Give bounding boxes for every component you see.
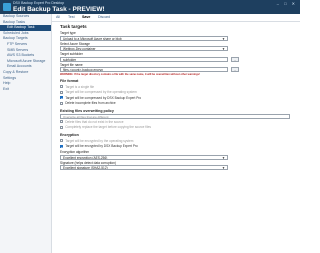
main-panel: All Test Save Discard Task targets Targe… [52, 14, 300, 253]
tab-save[interactable]: Save [82, 15, 90, 19]
overwriting-options: Delete files that do not exist in the so… [60, 119, 290, 130]
target-file-name-row: files-<count>-backup.encryp ... [60, 67, 290, 73]
target-subfolder-label: Target subfolder [60, 52, 83, 57]
target-file-name-value: files-<count>-backup.encryp [63, 68, 104, 73]
app-logo-icon [3, 3, 11, 11]
azure-storage-label: Select Azure Storage [60, 41, 90, 46]
target-type-dropdown[interactable]: Upload to a Microsoft Azure share or blo… [60, 35, 228, 41]
checkbox-row[interactable]: Delete incomplete files from archive [60, 100, 290, 106]
checkbox-checked-icon[interactable] [60, 144, 64, 148]
signature-label: Signature (helps detect data corruption) [60, 160, 116, 165]
checkbox-label: Target will be encrypted by the operatin… [65, 138, 134, 143]
signature-value: Excellent signature (SHA2-512) [63, 166, 108, 171]
chevron-down-icon: ▼ [222, 155, 225, 160]
checkbox-label: Delete incomplete files from archive [65, 101, 116, 106]
checkbox-row[interactable]: Completely replace the target before cop… [60, 124, 290, 130]
target-type-value: Upload to a Microsoft Azure share or blo… [63, 36, 122, 41]
encryption-algorithm-label: Encryption algorithm [60, 149, 90, 154]
tab-test[interactable]: Test [68, 15, 75, 19]
sidebar: Backup Sources Backup Tasks Edit Backup Ta… [0, 14, 52, 253]
page-title: Edit Backup Task - PREVIEW! [13, 6, 105, 13]
checkbox-label: Target is a single file [65, 84, 95, 89]
checkbox-label: Target will be encrypted by DSX Backup E… [65, 144, 138, 149]
toolbar-tabs: All Test Save Discard [52, 14, 300, 22]
signature-dropdown[interactable]: Excellent signature (SHA2-512) ▼ [60, 165, 228, 171]
chevron-down-icon: ▼ [222, 36, 225, 41]
checkbox-label: Target will be compressed by DSX Backup … [65, 95, 142, 100]
target-subfolder-value: subfolder [63, 57, 77, 62]
checkbox-checked-icon[interactable] [60, 96, 64, 100]
checkbox-label: Delete files that do not exist in the so… [65, 119, 124, 124]
app-window: DSX Backup Expert Pro Desktop Edit Backu… [0, 0, 300, 253]
target-subfolder-row: subfolder ... [60, 56, 290, 62]
target-file-name-input[interactable]: files-<count>-backup.encryp [60, 67, 228, 73]
encryption-options: Target will be encrypted by the operatin… [60, 138, 290, 149]
checkbox-icon[interactable] [60, 139, 64, 143]
browse-file-name-button[interactable]: ... [231, 67, 239, 73]
chevron-down-icon: ▼ [222, 166, 225, 171]
checkbox-label: Completely replace the target before cop… [65, 125, 151, 130]
section-title: Task targets [60, 24, 87, 29]
azure-storage-value: Webbox-Dev-container [63, 47, 96, 52]
file-format-options: Target is a single file Target will be co… [60, 84, 290, 106]
checkbox-label: Target will be compressed by the operati… [65, 90, 137, 95]
encryption-title: Encryption [60, 132, 79, 137]
tab-all[interactable]: All [56, 15, 60, 19]
encryption-algorithm-dropdown[interactable]: Excellent encryption (AES-256) ▼ [60, 154, 228, 160]
target-subfolder-input[interactable]: subfolder [60, 56, 228, 62]
chevron-down-icon: ▼ [222, 47, 225, 52]
title-bar: DSX Backup Expert Pro Desktop Edit Backu… [0, 0, 300, 14]
checkbox-row[interactable]: Target will be encrypted by DSX Backup E… [60, 143, 290, 149]
checkbox-icon[interactable] [60, 101, 64, 105]
browse-subfolder-button[interactable]: ... [231, 56, 239, 62]
app-name: DSX Backup Expert Pro Desktop [13, 1, 65, 5]
sidebar-item[interactable]: Exit [0, 87, 51, 93]
file-format-title: File format [60, 78, 79, 83]
form-content: Task targets Target type Upload to a Mic… [60, 24, 290, 171]
checkbox-icon[interactable] [60, 90, 64, 94]
azure-storage-dropdown[interactable]: Webbox-Dev-container ▼ [60, 46, 228, 52]
target-type-label: Target type [60, 31, 76, 35]
window-controls[interactable]: – □ ✕ [277, 1, 297, 6]
overwriting-policy-title: Existing files overwriting policy [60, 108, 114, 113]
checkbox-icon[interactable] [60, 85, 64, 89]
encryption-algorithm-value: Excellent encryption (AES-256) [63, 155, 108, 160]
checkbox-icon[interactable] [60, 120, 64, 124]
overwrite-warning: WARNING: If the target directory contain… [60, 72, 200, 76]
target-file-name-label: Target file name [60, 62, 83, 67]
checkbox-icon[interactable] [60, 125, 64, 129]
tab-discard[interactable]: Discard [98, 15, 110, 19]
